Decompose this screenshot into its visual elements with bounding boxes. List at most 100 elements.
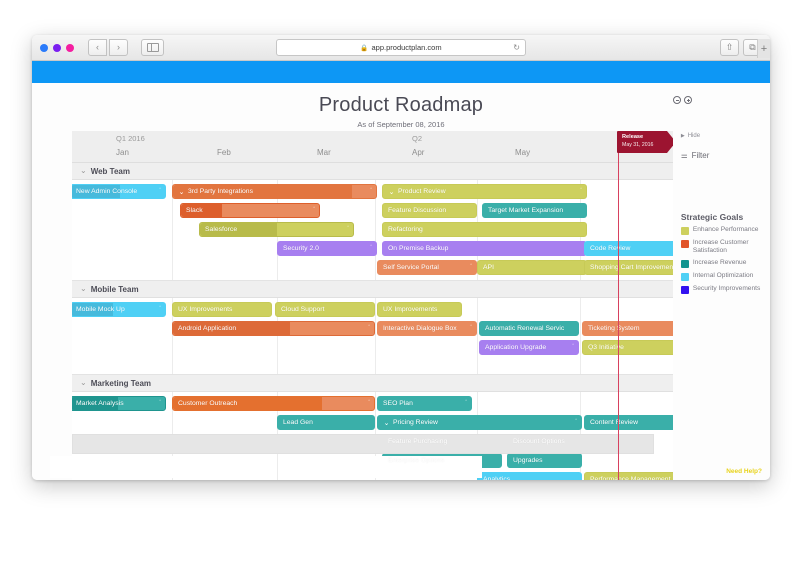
legend-item[interactable]: Internal Optimization [681, 272, 770, 281]
footer-placeholder-left [50, 456, 230, 478]
roadmap-bar[interactable]: SEO Plan▫ [377, 396, 472, 411]
chevron-down-icon[interactable]: ⌄ [385, 188, 398, 196]
chevron-down-icon[interactable]: ⌄ [175, 188, 188, 196]
roadmap-bar[interactable]: Application Upgrade▫ [479, 340, 579, 355]
chevron-down-icon[interactable]: ⌄ [380, 419, 393, 427]
bar-label: Automatic Renewal Servic [485, 325, 564, 332]
roadmap-bar[interactable]: Refactoring [382, 222, 587, 237]
maximize-window-button[interactable] [66, 44, 74, 52]
legend-item[interactable]: Increase Revenue [681, 259, 770, 268]
bar-label: Self Service Portal [383, 264, 439, 271]
address-bar[interactable]: 🔒 app.productplan.com ↻ [276, 39, 526, 56]
roadmap-bar[interactable]: Analytics [477, 472, 582, 480]
roadmap-bar[interactable]: Q3 Initiative [582, 340, 673, 355]
release-name: Release [622, 134, 653, 142]
roadmap-bar[interactable]: Salesforce▫ [199, 222, 354, 237]
reload-icon[interactable]: ↻ [513, 43, 520, 52]
roadmap-bar[interactable]: Security 2.0▫ [277, 241, 377, 256]
back-button[interactable]: ‹ [88, 39, 107, 56]
lane-header[interactable]: ⌄Marketing Team [72, 375, 673, 392]
legend-color-swatch [681, 273, 689, 281]
roadmap-bar[interactable]: Ticketing System▫ [582, 321, 673, 336]
roadmap-bar[interactable]: ⌄3rd Party Integrations▫ [172, 184, 377, 199]
close-window-button[interactable] [40, 44, 48, 52]
bar-note-icon: ▫ [368, 398, 370, 404]
roadmap-bar[interactable]: UX Improvements [377, 302, 462, 317]
minimize-window-button[interactable] [53, 44, 61, 52]
bar-note-icon: ▫ [580, 186, 582, 192]
share-button[interactable]: ⇧ [720, 39, 739, 56]
roadmap-bar[interactable]: Performance Management [584, 472, 673, 480]
hide-panel-button[interactable]: ▶ Hide [681, 133, 770, 139]
bar-label: UX Improvements [383, 306, 437, 313]
legend-item[interactable]: Enhance Performance [681, 226, 770, 235]
legend-item[interactable]: Increase Customer Satisfaction [681, 239, 770, 255]
bar-label: Target Market Expansion [488, 207, 563, 214]
legend-item[interactable]: Security Improvements [681, 285, 770, 294]
roadmap-bar[interactable]: Lead Gen [277, 415, 375, 430]
roadmap-bar[interactable]: Content Review [584, 415, 673, 430]
bar-label: Code Review [590, 245, 630, 252]
quarter-label: Q2 [412, 134, 422, 143]
roadmap-bar[interactable]: Automatic Renewal Servic [479, 321, 579, 336]
roadmap-bar[interactable]: On Premise Backup [382, 241, 587, 256]
roadmap-bar[interactable]: Feature Discussion [382, 203, 477, 218]
lane-header[interactable]: ⌄ Web Team [72, 163, 673, 180]
bar-label: Content Review [590, 419, 638, 426]
bar-label: Cloud Support [281, 306, 324, 313]
roadmap-bar[interactable]: Self Service Portal ▫ [377, 260, 477, 275]
bar-label: Feature Discussion [388, 207, 446, 214]
filter-label: Filter [692, 151, 710, 160]
roadmap-bar[interactable]: New Admin Console▫ [72, 184, 166, 199]
browser-titlebar: ‹ › 🔒 app.productplan.com ↻ ⇧ ⧉ + [32, 35, 770, 61]
chevron-down-icon[interactable]: ⌄ [80, 285, 87, 293]
need-help-link[interactable]: Need Help? [726, 468, 762, 475]
bar-label: Performance Management [590, 476, 670, 480]
roadmap-bar[interactable]: UX Improvements [172, 302, 272, 317]
screenshot-root: ‹ › 🔒 app.productplan.com ↻ ⇧ ⧉ + Produc… [0, 0, 800, 585]
bar-label: Feature Purchasing [388, 438, 447, 445]
chevron-down-icon[interactable]: ⌄ [80, 167, 87, 175]
bar-note-icon: ▫ [470, 262, 472, 268]
roadmap-bar[interactable]: Code Review [584, 241, 673, 256]
roadmap-board[interactable]: Q1 2016Q2Q3JanFebMarAprMayJunReleaseMay … [72, 131, 673, 480]
roadmap-bar[interactable]: ⌄Product Review▫ [382, 184, 587, 199]
legend-label: Enhance Performance [693, 226, 759, 234]
lane-body: New Admin Console▫ ⌄3rd Party Integration… [72, 180, 673, 280]
navigation-buttons[interactable]: ‹ › [88, 39, 128, 56]
roadmap-bar[interactable]: Cloud Support [275, 302, 375, 317]
roadmap-bar[interactable]: API [477, 260, 587, 275]
roadmap-bar[interactable]: Interactive Dialogue Box▫ [377, 321, 477, 336]
chevron-down-icon[interactable]: ⌄ [80, 379, 87, 387]
lane-list: ⌄ Web Team New Admin Console▫ ⌄3rd Party In… [72, 163, 673, 480]
zoom-out-icon[interactable] [673, 96, 681, 104]
roadmap-bar[interactable]: Target Market Expansion [482, 203, 587, 218]
release-marker-line [618, 131, 619, 480]
zoom-in-icon[interactable] [684, 96, 692, 104]
roadmap-bar[interactable]: Market Analysis▫ [72, 396, 166, 411]
month-label: May [515, 148, 530, 157]
browser-right-buttons[interactable]: ⇧ ⧉ [720, 39, 762, 56]
roadmap-bar[interactable]: Slack▫ [180, 203, 320, 218]
new-tab-button[interactable]: + [757, 39, 770, 58]
bar-label: Discount Options [513, 438, 565, 445]
page-subtitle: As of September 08, 2016 [32, 120, 770, 129]
filter-button[interactable]: ⚌ Filter [681, 151, 770, 160]
quarter-label: Q1 2016 [116, 134, 145, 143]
roadmap-bar[interactable]: Android Application▫ [172, 321, 375, 336]
roadmap-bar[interactable]: Customer Outreach▫ [172, 396, 375, 411]
window-controls[interactable] [40, 44, 74, 52]
lane-header[interactable]: ⌄Mobile Team [72, 281, 673, 298]
roadmap-bar[interactable]: ⌄Pricing Review▫ [377, 415, 582, 430]
month-label: Jan [116, 148, 129, 157]
bar-label: Enterprise Options [388, 457, 444, 464]
roadmap-bar[interactable]: Upgrades [507, 453, 582, 468]
sidebar-toggle-button[interactable] [141, 39, 164, 56]
roadmap-bar[interactable]: Shopping Cart Improvements [584, 260, 673, 275]
zoom-controls[interactable] [673, 96, 692, 104]
roadmap-bar[interactable]: Mobile Mock Up▫ [72, 302, 166, 317]
month-gridline [375, 298, 376, 374]
forward-button[interactable]: › [109, 39, 128, 56]
lane-title: Web Team [91, 167, 130, 176]
release-marker[interactable]: ReleaseMay 31, 2016 [617, 131, 667, 153]
